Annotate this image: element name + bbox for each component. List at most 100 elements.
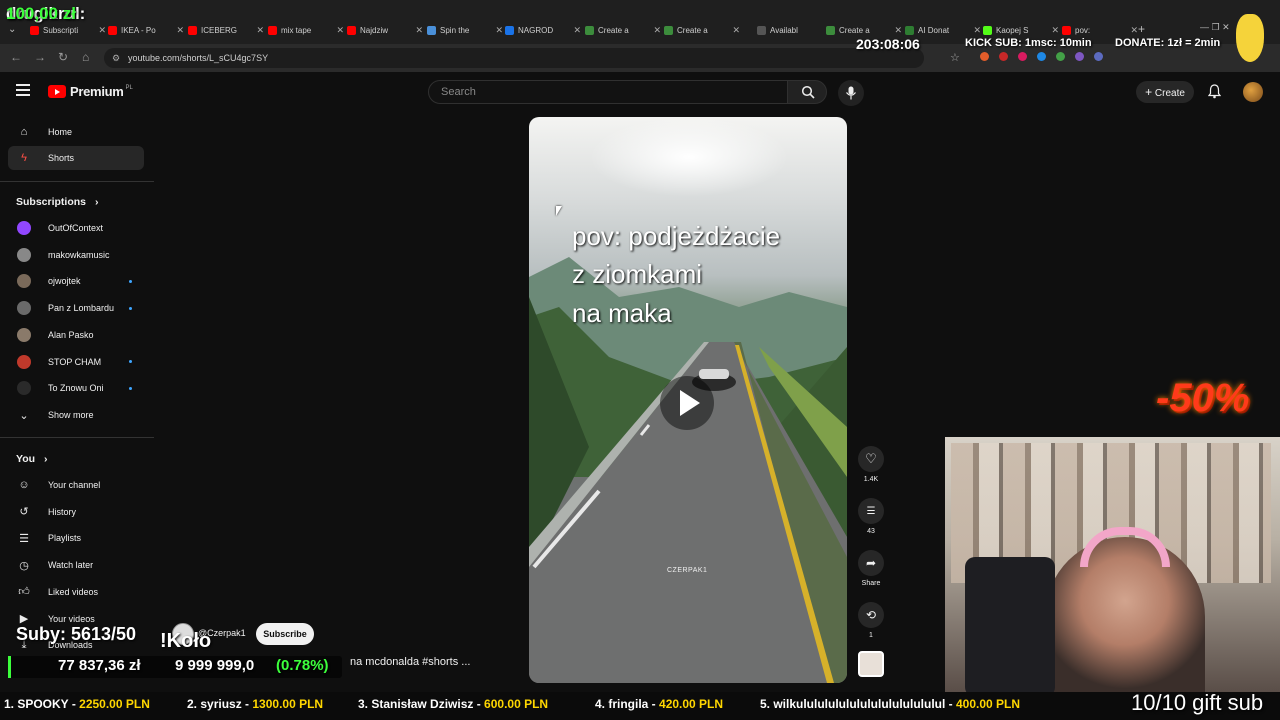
video-watermark: CZERPAK1 — [667, 567, 708, 574]
sidebar-item-label: Home — [48, 127, 73, 137]
sidebar-subscription[interactable]: ojwojtek — [8, 269, 144, 293]
channel-icon: ☺ — [18, 479, 30, 491]
tab-close-icon[interactable]: ✕ — [495, 25, 503, 36]
browser-tab[interactable]: NAGROD ✕ — [505, 22, 581, 38]
browser-tab[interactable]: ICEBERG ✕ — [188, 22, 264, 38]
sidebar-subscription[interactable]: STOP CHAM — [8, 350, 144, 374]
tab-search-icon[interactable]: ⌄ — [8, 24, 16, 35]
sidebar-item-home[interactable]: ⌂ Home — [8, 120, 144, 144]
sidebar-item-label: Alan Pasko — [48, 329, 94, 340]
sidebar-item-history[interactable]: ↺ History — [8, 500, 144, 524]
browser-tab[interactable]: pov: ✕ — [1062, 22, 1138, 38]
new-tab-button[interactable]: + — [1138, 22, 1145, 36]
back-icon[interactable]: ← — [10, 50, 22, 64]
tab-title: Spin the — [440, 25, 470, 35]
tab-favicon-icon — [268, 25, 277, 35]
tab-close-icon[interactable]: ✕ — [1130, 25, 1138, 36]
new-content-dot — [129, 386, 132, 390]
youtube-logo[interactable]: Premium PL — [48, 84, 133, 99]
channel-avatar — [17, 354, 31, 369]
home-icon: ⌂ — [20, 126, 28, 138]
shorts-icon: ϟ — [21, 152, 27, 164]
sidebar-item-like[interactable]: 👍︎ Liked videos — [8, 580, 144, 604]
tab-favicon-icon — [30, 25, 39, 35]
site-info-icon[interactable]: ⚙ — [112, 48, 120, 68]
browser-tab[interactable]: Najdziw ✕ — [347, 22, 423, 38]
subscriptions-heading[interactable]: Subscriptions › — [16, 196, 98, 208]
sidebar-item-label: ojwojtek — [48, 276, 81, 287]
channel-avatar — [17, 301, 31, 316]
like-button[interactable]: ♡ 1.4K — [858, 446, 884, 483]
sidebar-item-label: OutOfContext — [48, 223, 104, 233]
tab-favicon-icon — [427, 25, 436, 35]
comments-button[interactable]: ☰ 43 — [858, 498, 884, 535]
share-icon: ➦ — [865, 556, 877, 570]
browser-tab[interactable]: Spin the ✕ — [427, 22, 503, 38]
subscribe-button[interactable]: Subscribe — [256, 623, 314, 645]
tab-close-icon[interactable]: ✕ — [256, 25, 264, 36]
tab-close-icon[interactable]: ✕ — [894, 25, 902, 36]
browser-tab[interactable]: Create a ✕ — [585, 22, 661, 38]
home-browser-icon[interactable]: ⌂ — [82, 50, 89, 64]
sidebar-divider — [0, 437, 154, 438]
remix-button[interactable]: ⟲ 1 — [858, 602, 884, 639]
sidebar-subscription[interactable]: Pan z Lombardu — [8, 296, 144, 320]
window-controls[interactable]: — ❐ ✕ — [1200, 22, 1230, 33]
channel-avatar — [17, 327, 31, 342]
chevron-right-icon: › — [94, 196, 99, 208]
tab-close-icon[interactable]: ✕ — [732, 25, 740, 36]
search-button[interactable] — [787, 80, 827, 104]
show-more-label: Show more — [48, 410, 94, 420]
voice-search-button[interactable] — [838, 80, 864, 106]
create-button[interactable]: + Create — [1136, 81, 1194, 103]
tab-favicon-icon — [585, 25, 594, 35]
remix-count: 1 — [869, 632, 873, 639]
browser-tab[interactable]: Kaopej S ✕ — [983, 22, 1059, 38]
menu-icon[interactable] — [16, 84, 30, 96]
sidebar-subscription[interactable]: Alan Pasko — [8, 323, 144, 347]
browser-tab[interactable]: mix tape ✕ — [268, 22, 344, 38]
show-more-button[interactable]: ⌄ Show more — [8, 403, 144, 427]
browser-tab[interactable]: Subscripti ✕ — [30, 22, 106, 38]
sidebar-item-label: Your videos — [48, 613, 95, 624]
extension-icons[interactable] — [980, 52, 1103, 61]
tab-favicon-icon — [188, 25, 197, 35]
share-button[interactable]: ➦ Share — [858, 550, 884, 587]
heart-icon: ♡ — [865, 451, 877, 466]
tab-close-icon[interactable]: ✕ — [336, 25, 344, 36]
sidebar-item-watch-later[interactable]: ◷ Watch later — [8, 553, 144, 577]
tab-close-icon[interactable]: ✕ — [653, 25, 661, 36]
tab-favicon-icon — [347, 25, 356, 35]
tab-close-icon[interactable]: ✕ — [973, 25, 981, 36]
play-button[interactable] — [660, 376, 714, 430]
browser-tab[interactable]: IKEA - Po ✕ — [108, 22, 184, 38]
browser-tab[interactable]: Availabl✕ — [757, 22, 833, 38]
sidebar-item-playlists[interactable]: ☰ Playlists — [8, 526, 144, 550]
account-avatar[interactable] — [1243, 82, 1263, 102]
tab-close-icon[interactable]: ✕ — [176, 25, 184, 36]
sidebar-item-channel[interactable]: ☺ Your channel — [8, 473, 144, 497]
tab-title: Create a — [677, 25, 708, 35]
you-heading[interactable]: You › — [16, 453, 47, 465]
reload-icon[interactable]: ↻ — [58, 50, 68, 64]
sidebar-subscription[interactable]: OutOfContext — [8, 216, 144, 240]
tab-close-icon[interactable]: ✕ — [573, 25, 581, 36]
browser-tab[interactable]: Create a ✕ — [664, 22, 740, 38]
sidebar-subscription[interactable]: makowkamusic — [8, 243, 144, 267]
url-field[interactable]: ⚙ youtube.com/shorts/L_sCU4gc7SY — [104, 48, 924, 68]
sidebar-item-shorts[interactable]: ϟ Shorts — [8, 146, 144, 170]
channel-avatar — [17, 221, 31, 235]
tab-close-icon[interactable]: ✕ — [415, 25, 423, 36]
mouse-cursor-icon — [556, 206, 562, 216]
sound-thumbnail[interactable] — [858, 651, 884, 677]
banana-mascot — [1236, 14, 1264, 62]
tab-close-icon[interactable]: ✕ — [1051, 25, 1059, 36]
tab-favicon-icon — [108, 25, 117, 35]
shorts-video-player[interactable]: pov: podjeżdżacie z ziomkami na maka CZE… — [529, 117, 847, 683]
bookmark-star-icon[interactable]: ☆ — [950, 51, 960, 64]
forward-icon[interactable]: → — [34, 50, 46, 64]
notifications-bell-icon[interactable] — [1207, 84, 1222, 104]
sidebar-subscription[interactable]: To Znowu Oni — [8, 376, 144, 400]
tab-close-icon[interactable]: ✕ — [98, 25, 106, 36]
search-input[interactable]: Search — [428, 80, 788, 104]
